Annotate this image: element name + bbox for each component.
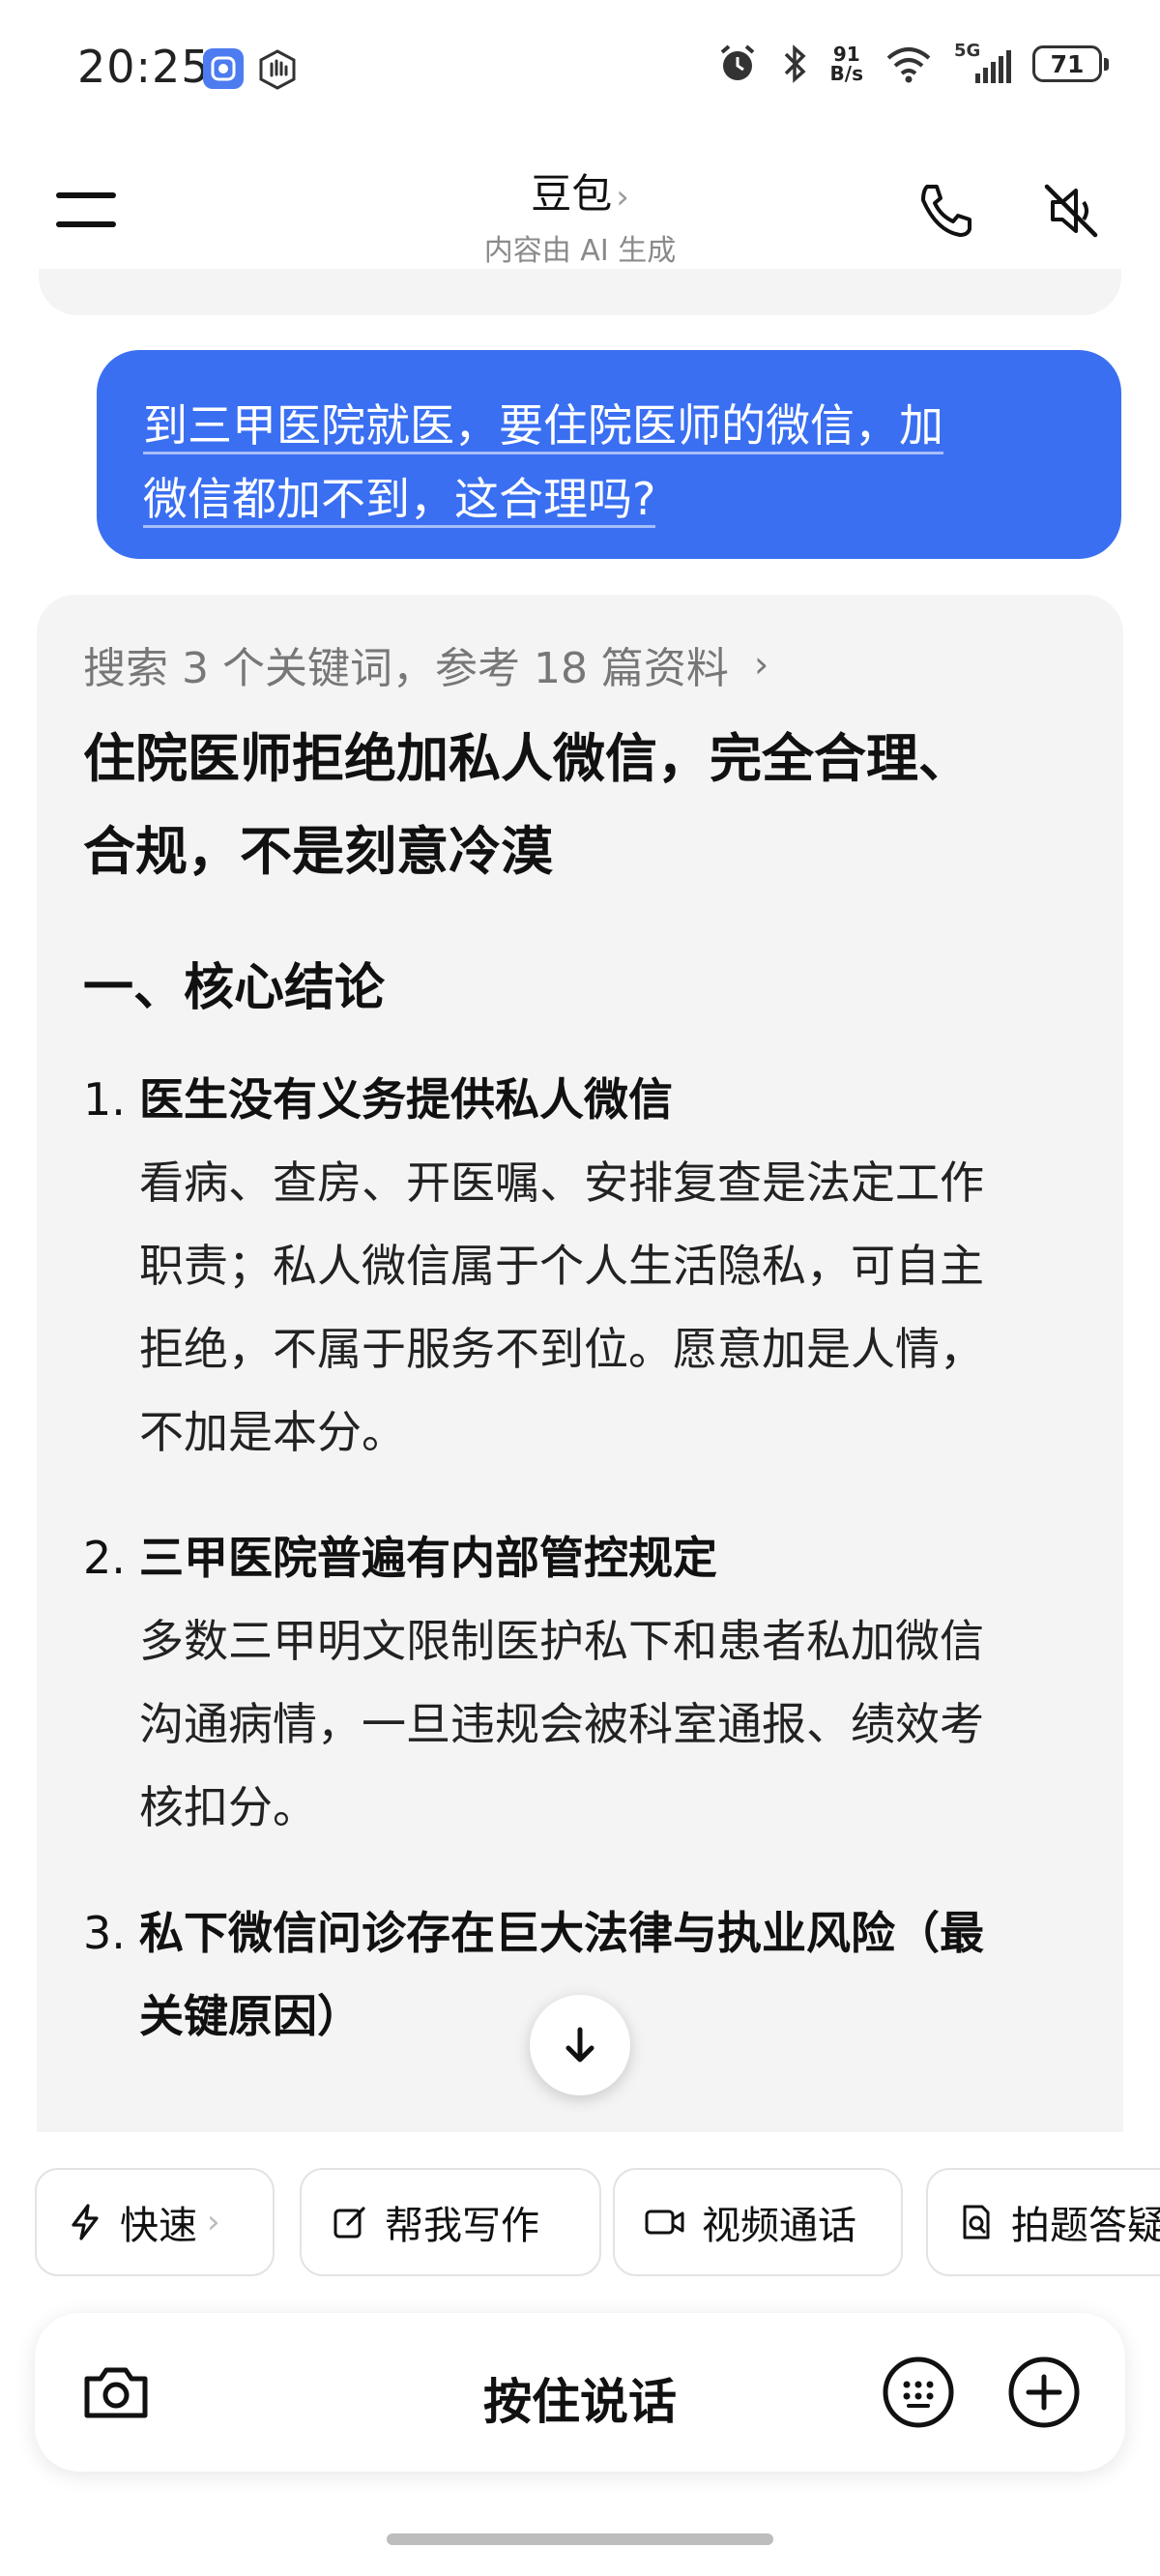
scan-doc-icon [963,2205,990,2239]
app-shield-icon [203,48,244,89]
list-item-title: 医生没有义务提供私人微信 [139,1073,673,1126]
keyboard-icon[interactable] [880,2354,957,2431]
status-time: 20:25 [77,41,211,93]
quick-actions-bar: 快速 › 帮我写作 视频通话 拍题答疑 [35,2168,1160,2278]
previous-message-card [39,269,1121,315]
section-heading: 一、核心结论 [83,959,386,1017]
search-references-link[interactable]: 搜索 3 个关键词，参考 18 篇资料 › [83,633,1077,695]
list-item: 2. 三甲医院普遍有内部管控规定 多数三甲明文限制医护私下和患者私加微信 沟通病… [83,1516,1077,1849]
status-icons: 91 B/s 5G 71 [716,41,1109,85]
answer-title: 住院医师拒绝加私人微信，完全合理、 合规，不是刻意冷漠 [83,728,971,882]
chat-title-area[interactable]: 豆包 › 内容由 AI 生成 [0,161,1160,269]
list-item-body: 多数三甲明文限制医护私下和患者私加微信 沟通病情，一旦违规会被科室通报、绩效考 … [139,1615,984,1833]
input-bar: 按住说话 [35,2313,1125,2472]
ai-generated-notice: 内容由 AI 生成 [483,234,677,268]
video-call-button[interactable]: 视频通话 [613,2168,903,2276]
status-bar: 20:25 91 B/s 5G 71 [0,0,1160,140]
quick-mode-button[interactable]: 快速 › [35,2168,275,2276]
phone-icon[interactable] [914,179,977,243]
list-item-title: 三甲医院普遍有内部管控规定 [139,1532,717,1584]
bot-name: 豆包 › [531,170,629,218]
home-indicator[interactable] [387,2533,773,2545]
battery-icon: 71 [1032,45,1109,82]
network-speed: 91 B/s [829,43,863,85]
edit-icon [334,2207,365,2239]
arrow-down-icon [566,2027,594,2063]
list-item: 1. 医生没有义务提供私人微信 看病、查房、开医嘱、安排复查是法定工作 职责；私… [83,1058,1077,1474]
help-write-button[interactable]: 帮我写作 [300,2168,601,2276]
bluetooth-icon [784,44,806,83]
lightning-icon [72,2204,99,2240]
hold-to-talk-button[interactable]: 按住说话 [35,2363,1125,2433]
plus-icon[interactable] [1005,2354,1083,2431]
list-item-body: 看病、查房、开医嘱、安排复查是法定工作 职责；私人微信属于个人生活隐私，可自主 … [139,1156,984,1458]
video-icon [645,2210,684,2235]
user-message-line: 微信都加不到，这合理吗? [143,473,656,528]
wifi-icon [886,47,931,83]
speaker-mute-icon[interactable] [1039,179,1103,243]
signal-icon: 5G [954,41,1011,83]
user-message-bubble[interactable]: 到三甲医院就医，要住院医师的微信，加 微信都加不到，这合理吗? [97,350,1121,559]
chevron-right-icon: › [753,643,769,686]
hand-icon [256,48,297,90]
scroll-to-bottom-button[interactable] [530,1995,630,2095]
ai-response-card: 搜索 3 个关键词，参考 18 篇资料 › 住院医师拒绝加私人微信，完全合理、 合… [37,595,1123,2132]
user-message-line: 到三甲医院就医，要住院医师的微信，加 [143,399,943,454]
photo-qa-button[interactable]: 拍题答疑 [926,2168,1160,2276]
alarm-icon [720,44,754,80]
